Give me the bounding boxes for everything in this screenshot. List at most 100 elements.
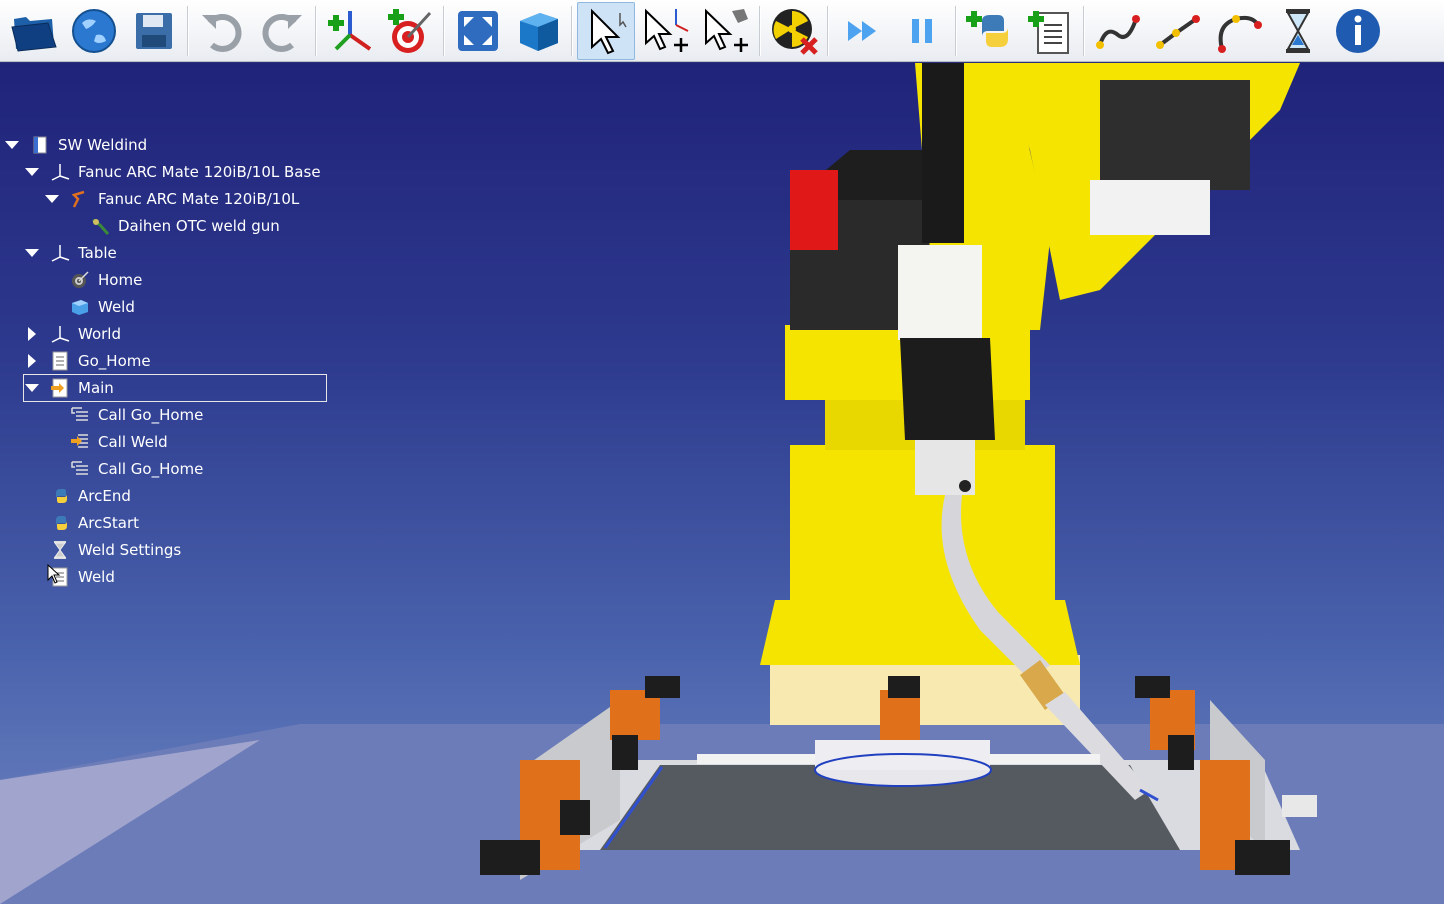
move-tool-frame-icon[interactable] <box>697 2 755 60</box>
collapse-toggle-icon[interactable] <box>44 191 60 207</box>
add-python-program-icon[interactable] <box>961 2 1019 60</box>
toolbar-separator <box>759 5 761 56</box>
station-icon <box>30 135 50 155</box>
move-linear-icon[interactable] <box>1149 2 1207 60</box>
move-reference-frame-icon[interactable] <box>637 2 695 60</box>
tree-item-call-weld[interactable]: Call Weld <box>44 429 168 455</box>
tree-item-arcend[interactable]: ArcEnd <box>24 483 131 509</box>
tree-item-label: Weld <box>98 298 135 316</box>
tree-item-label: Fanuc ARC Mate 120iB/10L Base <box>78 163 321 181</box>
tree-item-label: Weld Settings <box>78 541 182 559</box>
tree-item-call-go-home[interactable]: Call Go_Home <box>44 402 203 428</box>
pause-instruction-icon[interactable] <box>1269 2 1327 60</box>
robot-wrist-motor <box>1100 80 1250 190</box>
toolbar-separator <box>955 5 957 56</box>
collision-check-icon[interactable] <box>765 2 823 60</box>
expand-toggle-icon[interactable] <box>24 353 40 369</box>
tree-item-label: Call Weld <box>98 433 168 451</box>
python-script-icon <box>50 513 70 533</box>
robot-red-cover <box>790 170 838 250</box>
tree-item-label: Fanuc ARC Mate 120iB/10L <box>98 190 300 208</box>
python-script-icon <box>50 486 70 506</box>
tree-item-label: World <box>78 325 121 343</box>
undo-icon[interactable] <box>193 2 251 60</box>
toolbar-separator <box>187 5 189 56</box>
tree-item-label: ArcEnd <box>78 487 131 505</box>
weld-gun-body <box>900 338 995 440</box>
mouse-cursor-icon <box>47 564 61 584</box>
tree-item-main[interactable]: Main <box>23 374 327 402</box>
add-target-icon[interactable] <box>381 2 439 60</box>
online-library-icon[interactable] <box>65 2 123 60</box>
cube-view-icon[interactable] <box>509 2 567 60</box>
settings-icon <box>50 540 70 560</box>
add-program-icon[interactable] <box>1021 2 1079 60</box>
tree-item-weld[interactable]: Weld <box>24 564 115 590</box>
move-joint-icon[interactable] <box>1089 2 1147 60</box>
frame-icon <box>50 324 70 344</box>
expand-toggle-icon[interactable] <box>24 326 40 342</box>
tree-item-label: Home <box>98 271 143 289</box>
fit-all-icon[interactable] <box>449 2 507 60</box>
tree-item-call-go-home[interactable]: Call Go_Home <box>44 456 203 482</box>
weld-gun-mount <box>898 245 982 340</box>
call-instruction-icon <box>70 405 90 425</box>
target-icon <box>70 270 90 290</box>
redo-icon[interactable] <box>253 2 311 60</box>
collapse-toggle-icon[interactable] <box>4 137 20 153</box>
tree-item-arcstart[interactable]: ArcStart <box>24 510 139 536</box>
add-reference-frame-icon[interactable] <box>321 2 379 60</box>
toolbar-separator <box>571 5 573 56</box>
tree-item-daihen-otc-weld-gun[interactable]: Daihen OTC weld gun <box>64 213 280 239</box>
toolbar-separator <box>315 5 317 56</box>
collapse-toggle-icon[interactable] <box>24 164 40 180</box>
program-icon <box>50 351 70 371</box>
move-circular-icon[interactable] <box>1209 2 1267 60</box>
tree-item-fanuc-arc-mate-120ib-10l-base[interactable]: Fanuc ARC Mate 120iB/10L Base <box>24 159 321 185</box>
select-icon[interactable] <box>577 1 635 60</box>
open-folder-icon[interactable] <box>5 2 63 60</box>
pause-icon[interactable] <box>893 2 951 60</box>
tree-item-weld-settings[interactable]: Weld Settings <box>24 537 181 563</box>
info-icon[interactable] <box>1329 2 1387 60</box>
save-icon[interactable] <box>125 2 183 60</box>
tree-item-label: Weld <box>78 568 115 586</box>
toolbar-separator <box>1083 5 1085 56</box>
tree-item-table[interactable]: Table <box>24 240 117 266</box>
tree-item-go-home[interactable]: Go_Home <box>24 348 151 374</box>
toolbar <box>0 0 1444 62</box>
tree-item-label: Call Go_Home <box>98 460 204 478</box>
collapse-toggle-icon[interactable] <box>24 380 40 396</box>
call-instruction-icon <box>70 459 90 479</box>
weld-gun-icon <box>90 216 110 236</box>
tree-item-label: Table <box>78 244 117 262</box>
tree-item-weld[interactable]: Weld <box>44 294 135 320</box>
weld-cable <box>922 63 964 243</box>
tree-item-label: Main <box>78 379 114 397</box>
3d-viewport[interactable]: SW Weldind Fanuc ARC Mate 120iB/10L Base F… <box>0 63 1444 904</box>
tree-item-world[interactable]: World <box>24 321 121 347</box>
tree-item-label: Go_Home <box>78 352 151 370</box>
tree-item-label: ArcStart <box>78 514 139 532</box>
frame-icon <box>50 162 70 182</box>
tree-item-home[interactable]: Home <box>44 267 142 293</box>
robot-icon <box>70 189 90 209</box>
tree-item-label: SW Weldind <box>58 136 148 154</box>
fast-simulation-icon[interactable] <box>833 2 891 60</box>
toolbar-separator <box>443 5 445 56</box>
tree-item-sw-weldind[interactable]: SW Weldind <box>4 132 147 158</box>
tree-item-label: Daihen OTC weld gun <box>118 217 280 235</box>
tree-item-fanuc-arc-mate-120ib-10l[interactable]: Fanuc ARC Mate 120iB/10L <box>44 186 299 212</box>
main-program-icon <box>50 378 70 398</box>
frame-icon <box>50 243 70 263</box>
toolbar-separator <box>827 5 829 56</box>
collapse-toggle-icon[interactable] <box>24 245 40 261</box>
